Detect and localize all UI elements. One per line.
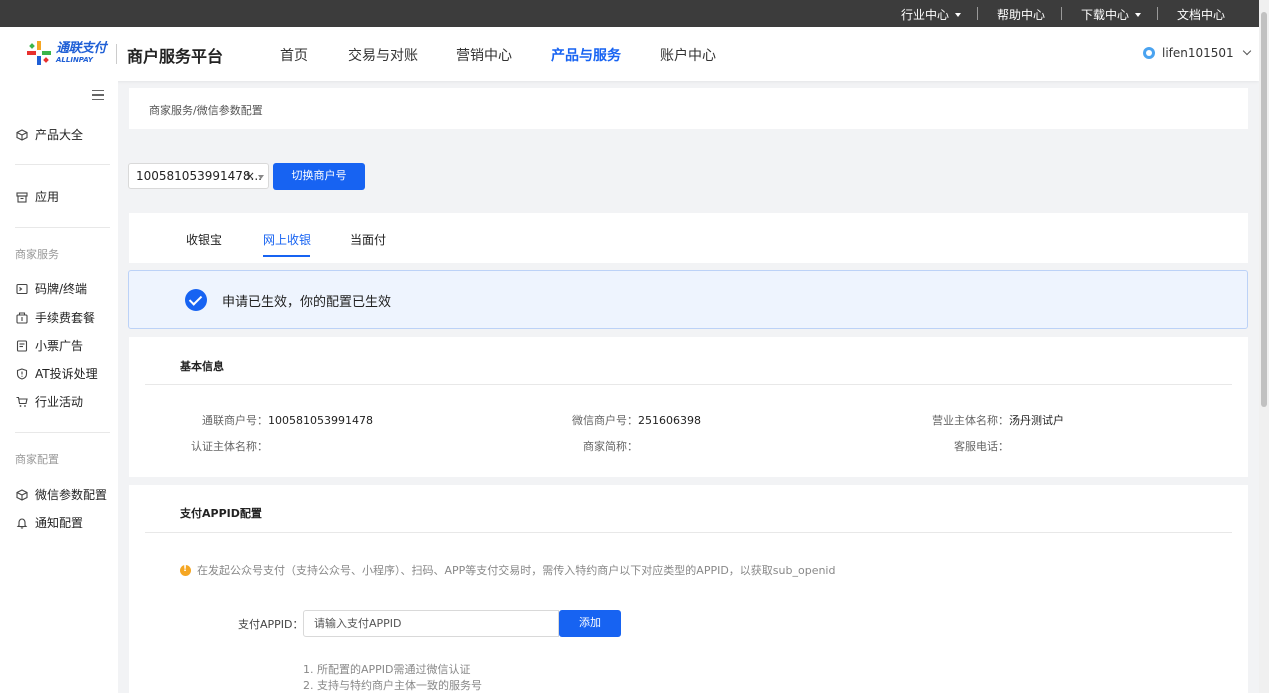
merchant-select-value: 100581053991478... bbox=[136, 169, 262, 183]
logo-text-en: ALLINPAY bbox=[56, 56, 93, 64]
platform-title: 商户服务平台 bbox=[127, 47, 224, 66]
allinpay-logo-icon bbox=[26, 40, 52, 66]
cart-icon bbox=[16, 396, 28, 407]
industry-center-link[interactable]: 行业中心 bbox=[901, 6, 962, 23]
divider bbox=[1061, 7, 1062, 20]
download-center-link[interactable]: 下载中心 bbox=[1081, 6, 1142, 23]
sidebar-item-notification[interactable]: 通知配置 bbox=[16, 514, 83, 531]
nav-marketing[interactable]: 营销中心 bbox=[456, 45, 512, 65]
merchant-select[interactable]: 100581053991478... × bbox=[128, 163, 269, 189]
tabs-bar: 收银宝 网上收银 当面付 bbox=[129, 213, 1248, 263]
nav-transactions[interactable]: 交易与对账 bbox=[348, 45, 418, 65]
breadcrumb-text: 商家服务/微信参数配置 bbox=[149, 104, 263, 117]
field-business-entity: 营业主体名称：汤丹测试户 bbox=[932, 414, 1064, 427]
status-notice: 申请已生效，你的配置已生效 bbox=[128, 270, 1248, 329]
cube-icon bbox=[16, 488, 28, 501]
nav-products-services[interactable]: 产品与服务 bbox=[551, 45, 621, 65]
top-utility-bar: 行业中心 帮助中心 下载中心 文档中心 bbox=[0, 0, 1259, 27]
sidebar-item-apps[interactable]: 应用 bbox=[16, 188, 59, 205]
main-header: 通联支付 ALLINPAY 商户服务平台 首页 交易与对账 营销中心 产品与服务… bbox=[0, 27, 1259, 81]
bell-icon bbox=[16, 517, 28, 529]
field-wechat-merchant-no: 微信商户号：251606398 bbox=[572, 414, 701, 427]
divider bbox=[977, 7, 978, 20]
section-divider bbox=[145, 384, 1232, 385]
page-scrollbar-thumb[interactable] bbox=[1261, 12, 1267, 407]
caret-down-icon[interactable] bbox=[258, 175, 264, 179]
tab-cashier[interactable]: 收银宝 bbox=[186, 231, 222, 248]
basic-info-section: 基本信息 通联商户号：100581053991478 微信商户号：2516063… bbox=[129, 337, 1248, 477]
caret-down-icon bbox=[1135, 12, 1142, 17]
sidebar-divider bbox=[15, 164, 110, 165]
check-circle-icon bbox=[185, 289, 207, 311]
switch-merchant-button[interactable]: 切换商户号 bbox=[273, 163, 365, 190]
active-tab-indicator bbox=[263, 255, 310, 257]
sidebar-item-products[interactable]: 产品大全 bbox=[16, 126, 83, 143]
section-divider bbox=[145, 532, 1232, 533]
field-service-phone: 客服电话： bbox=[954, 440, 1009, 453]
shield-icon bbox=[16, 367, 28, 380]
chevron-down-icon bbox=[1242, 46, 1251, 56]
sidebar-item-industry-events[interactable]: 行业活动 bbox=[16, 393, 83, 410]
menu-toggle-icon[interactable] bbox=[92, 90, 104, 103]
section-title: 基本信息 bbox=[180, 360, 224, 373]
sidebar-divider bbox=[15, 227, 110, 228]
sidebar-item-wechat-params[interactable]: 微信参数配置 bbox=[16, 486, 107, 503]
nav-home[interactable]: 首页 bbox=[280, 45, 308, 65]
logo-text-cn: 通联支付 bbox=[56, 41, 107, 56]
appid-input[interactable] bbox=[303, 610, 559, 637]
add-appid-button[interactable]: 添加 bbox=[559, 610, 621, 637]
package-icon bbox=[16, 311, 28, 324]
appid-config-section: 支付APPID配置 在发起公众号支付（支持公众号、小程序）、扫码、APP等支付交… bbox=[129, 485, 1248, 693]
sidebar-item-complaints[interactable]: AT投诉处理 bbox=[16, 365, 98, 382]
tab-online-cashier[interactable]: 网上收银 bbox=[263, 231, 311, 248]
status-notice-text: 申请已生效，你的配置已生效 bbox=[222, 295, 392, 310]
sidebar-item-qrcode-terminal[interactable]: 码牌/终端 bbox=[16, 280, 87, 297]
section-title: 支付APPID配置 bbox=[180, 507, 262, 520]
terminal-icon bbox=[16, 283, 28, 294]
clear-icon[interactable]: × bbox=[245, 169, 255, 183]
field-merchant-short-name: 商家简称： bbox=[583, 440, 638, 453]
nav-account[interactable]: 账户中心 bbox=[660, 45, 716, 65]
caret-down-icon bbox=[955, 12, 962, 17]
sidebar-group-merchant-service: 商家服务 bbox=[15, 248, 59, 261]
cube-icon bbox=[16, 128, 28, 141]
username[interactable]: lifen101501 bbox=[1162, 46, 1234, 60]
divider bbox=[1157, 7, 1158, 20]
sidebar-group-merchant-config: 商家配置 bbox=[15, 453, 59, 466]
field-cert-entity: 认证主体名称： bbox=[191, 440, 268, 453]
box-icon bbox=[16, 191, 28, 203]
sidebar: 产品大全 应用 商家服务 码牌/终端 手续费套餐 小票广告 AT投诉处理 行业活… bbox=[0, 81, 118, 693]
allinpay-logo[interactable]: 通联支付 ALLINPAY bbox=[26, 40, 107, 66]
field-allinpay-merchant-no: 通联商户号：100581053991478 bbox=[202, 414, 373, 427]
appid-label: 支付APPID： bbox=[238, 618, 304, 631]
appid-warning: 在发起公众号支付（支持公众号、小程序）、扫码、APP等支付交易时，需传入特约商户… bbox=[180, 562, 835, 578]
receipt-icon bbox=[16, 339, 28, 352]
sidebar-item-receipt-ads[interactable]: 小票广告 bbox=[16, 337, 83, 354]
warning-icon bbox=[180, 564, 191, 576]
tab-face-to-face[interactable]: 当面付 bbox=[350, 231, 386, 248]
breadcrumb: 商家服务/微信参数配置 bbox=[129, 88, 1248, 129]
appid-note: 1. 所配置的APPID需通过微信认证 bbox=[303, 663, 471, 676]
docs-center-link[interactable]: 文档中心 bbox=[1177, 6, 1225, 23]
user-avatar-icon bbox=[1143, 47, 1155, 59]
user-menu[interactable]: lifen101501 bbox=[1143, 46, 1251, 60]
logo-divider bbox=[116, 44, 117, 64]
sidebar-item-fee-package[interactable]: 手续费套餐 bbox=[16, 309, 95, 326]
appid-note: 2. 支持与特约商户主体一致的服务号 bbox=[303, 679, 482, 692]
help-center-link[interactable]: 帮助中心 bbox=[997, 6, 1045, 23]
sidebar-divider bbox=[15, 432, 110, 433]
